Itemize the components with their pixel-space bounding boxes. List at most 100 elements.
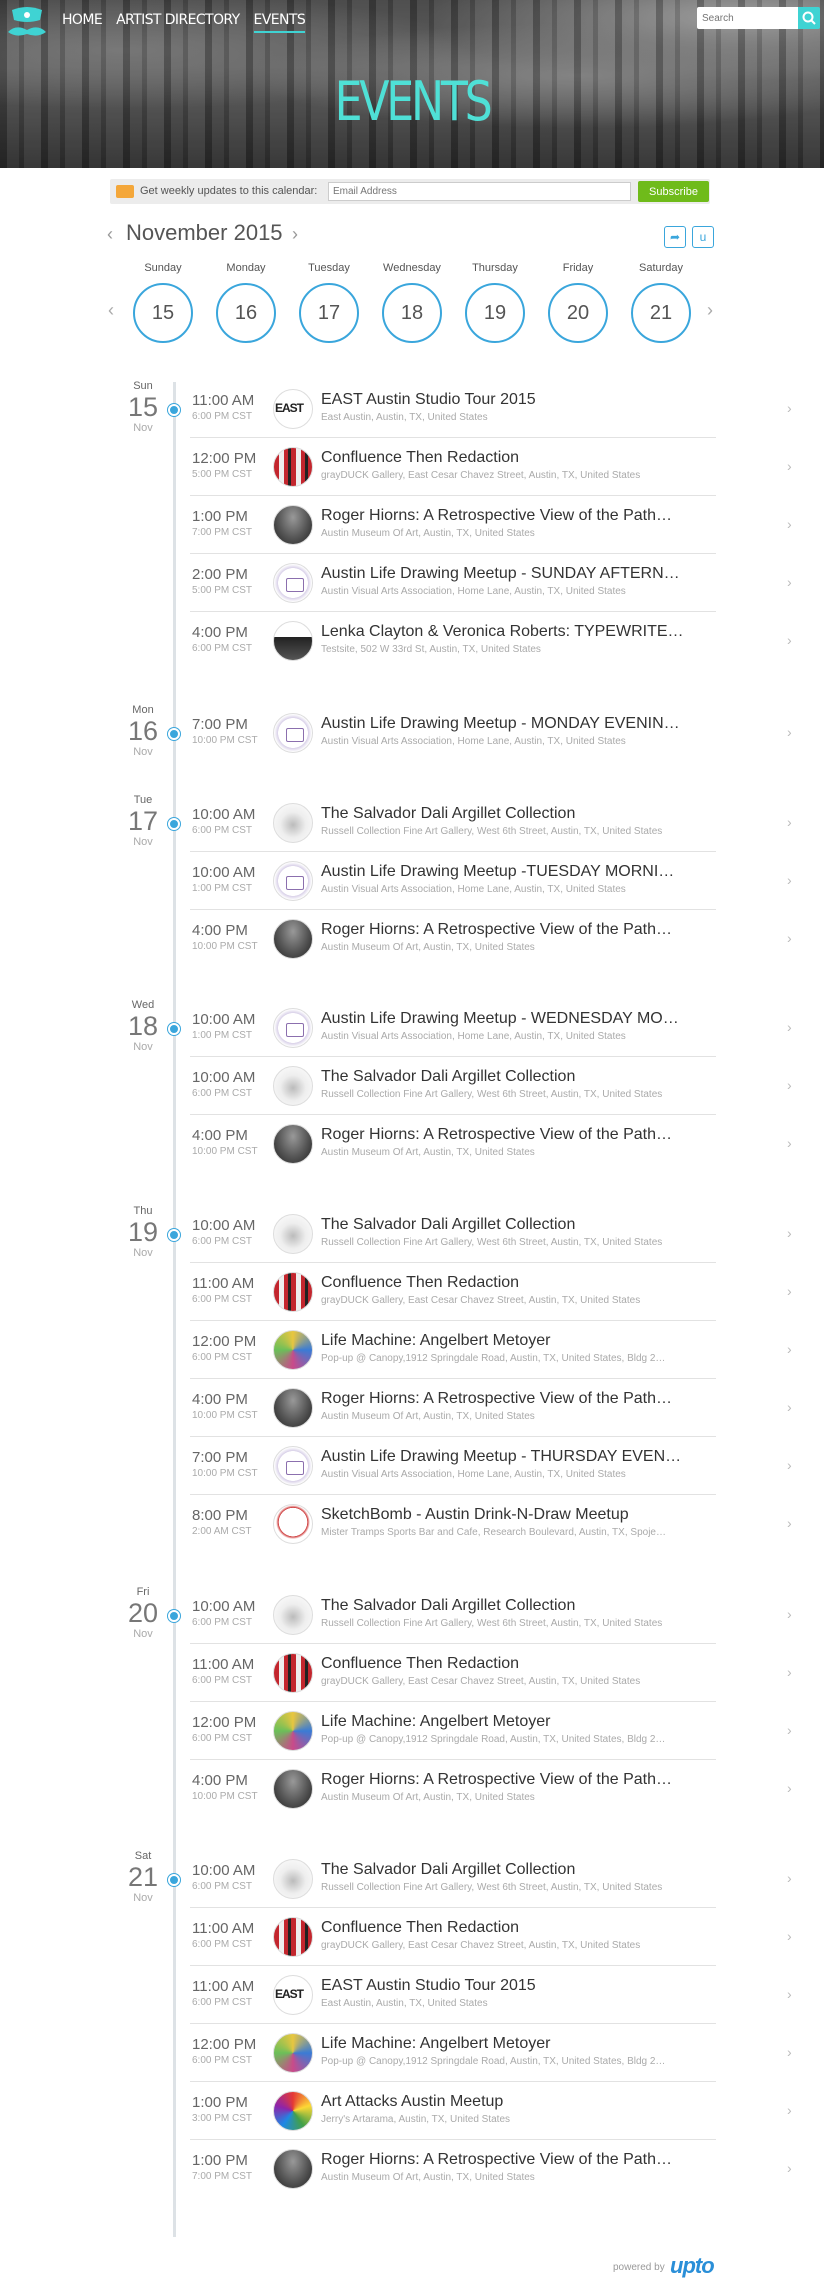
day-circle[interactable]: 15 (133, 283, 193, 343)
event-title[interactable]: EAST Austin Studio Tour 2015 (321, 1977, 699, 1995)
event-title[interactable]: EAST Austin Studio Tour 2015 (321, 391, 699, 409)
chevron-right-icon[interactable]: › (787, 1870, 792, 1886)
event-title[interactable]: Austin Life Drawing Meetup - WEDNESDAY M… (321, 1010, 699, 1028)
event-row[interactable]: 1:00 PM 7:00 PM CST Roger Hiorns: A Retros… (190, 2140, 792, 2198)
nav-artist-directory[interactable]: ARTIST DIRECTORY (116, 12, 240, 33)
event-title[interactable]: The Salvador Dali Argillet Collection (321, 1216, 699, 1234)
day-circle[interactable]: 17 (299, 283, 359, 343)
day-circle[interactable]: 18 (382, 283, 442, 343)
search-button[interactable] (798, 7, 820, 29)
event-row[interactable]: 11:00 AM 6:00 PM CST Confluence Then Redac… (190, 1263, 792, 1321)
day-circle[interactable]: 20 (548, 283, 608, 343)
prev-week-chevron-icon[interactable]: ‹ (108, 300, 114, 321)
upto-logo[interactable]: upto (670, 2253, 715, 2279)
chevron-right-icon[interactable]: › (787, 400, 792, 416)
share-button[interactable]: ➦ (664, 226, 686, 248)
event-title[interactable]: Life Machine: Angelbert Metoyer (321, 1713, 699, 1731)
upto-button[interactable]: u (692, 226, 714, 248)
event-row[interactable]: 4:00 PM 10:00 PM CST Roger Hiorns: A Retro… (190, 1115, 792, 1173)
event-row[interactable]: 12:00 PM 6:00 PM CST Life Machine: Angelbe… (190, 1702, 792, 1760)
event-title[interactable]: SketchBomb - Austin Drink-N-Draw Meetup (321, 1506, 699, 1524)
event-row[interactable]: 7:00 PM 10:00 PM CST Austin Life Drawing M… (190, 1437, 792, 1495)
chevron-right-icon[interactable]: › (787, 1780, 792, 1796)
event-title[interactable]: Roger Hiorns: A Retrospective View of th… (321, 1126, 699, 1144)
nav-events[interactable]: EVENTS (253, 12, 306, 33)
event-row[interactable]: 8:00 PM 2:00 AM CST SketchBomb - Austin Dr… (190, 1495, 792, 1553)
next-month-chevron-icon[interactable]: › (292, 224, 298, 245)
event-row[interactable]: 4:00 PM 6:00 PM CST Lenka Clayton & Veroni… (190, 612, 792, 670)
subscribe-button[interactable]: Subscribe (638, 181, 709, 202)
event-row[interactable]: 12:00 PM 5:00 PM CST Confluence Then Redac… (190, 438, 792, 496)
event-row[interactable]: 10:00 AM 6:00 PM CST The Salvador Dali Arg… (190, 794, 792, 852)
event-title[interactable]: The Salvador Dali Argillet Collection (321, 1068, 699, 1086)
chevron-right-icon[interactable]: › (787, 1928, 792, 1944)
chevron-right-icon[interactable]: › (787, 458, 792, 474)
event-title[interactable]: Confluence Then Redaction (321, 1919, 699, 1937)
event-row[interactable]: 10:00 AM 6:00 PM CST The Salvador Dali Arg… (190, 1205, 792, 1263)
event-row[interactable]: 11:00 AM 6:00 PM CST EAST Austin Studio To… (190, 380, 792, 438)
event-row[interactable]: 10:00 AM 1:00 PM CST Austin Life Drawing M… (190, 999, 792, 1057)
event-title[interactable]: Life Machine: Angelbert Metoyer (321, 2035, 699, 2053)
event-title[interactable]: Austin Life Drawing Meetup - THURSDAY EV… (321, 1448, 699, 1466)
chevron-right-icon[interactable]: › (787, 2044, 792, 2060)
next-week-chevron-icon[interactable]: › (707, 300, 713, 321)
chevron-right-icon[interactable]: › (787, 1457, 792, 1473)
event-title[interactable]: The Salvador Dali Argillet Collection (321, 805, 699, 823)
event-row[interactable]: 12:00 PM 6:00 PM CST Life Machine: Angelbe… (190, 1321, 792, 1379)
event-title[interactable]: Roger Hiorns: A Retrospective View of th… (321, 1390, 699, 1408)
event-title[interactable]: Austin Life Drawing Meetup - SUNDAY AFTE… (321, 565, 699, 583)
chevron-right-icon[interactable]: › (787, 1135, 792, 1151)
event-row[interactable]: 11:00 AM 6:00 PM CST Confluence Then Redac… (190, 1644, 792, 1702)
event-title[interactable]: The Salvador Dali Argillet Collection (321, 1597, 699, 1615)
chevron-right-icon[interactable]: › (787, 1077, 792, 1093)
event-row[interactable]: 10:00 AM 1:00 PM CST Austin Life Drawing M… (190, 852, 792, 910)
chevron-right-icon[interactable]: › (787, 2160, 792, 2176)
prev-month-chevron-icon[interactable]: ‹ (107, 224, 113, 245)
event-title[interactable]: Roger Hiorns: A Retrospective View of th… (321, 921, 699, 939)
event-title[interactable]: Roger Hiorns: A Retrospective View of th… (321, 2151, 699, 2169)
event-title[interactable]: Austin Life Drawing Meetup -TUESDAY MORN… (321, 863, 699, 881)
chevron-right-icon[interactable]: › (787, 814, 792, 830)
chevron-right-icon[interactable]: › (787, 872, 792, 888)
event-row[interactable]: 1:00 PM 7:00 PM CST Roger Hiorns: A Retros… (190, 496, 792, 554)
day-circle[interactable]: 19 (465, 283, 525, 343)
day-circle[interactable]: 16 (216, 283, 276, 343)
event-title[interactable]: The Salvador Dali Argillet Collection (321, 1861, 699, 1879)
event-row[interactable]: 10:00 AM 6:00 PM CST The Salvador Dali Arg… (190, 1850, 792, 1908)
event-title[interactable]: Austin Life Drawing Meetup - MONDAY EVEN… (321, 715, 699, 733)
day-circle[interactable]: 21 (631, 283, 691, 343)
chevron-right-icon[interactable]: › (787, 1664, 792, 1680)
chevron-right-icon[interactable]: › (787, 574, 792, 590)
chevron-right-icon[interactable]: › (787, 2102, 792, 2118)
chevron-right-icon[interactable]: › (787, 632, 792, 648)
event-row[interactable]: 10:00 AM 6:00 PM CST The Salvador Dali Arg… (190, 1586, 792, 1644)
event-row[interactable]: 2:00 PM 5:00 PM CST Austin Life Drawing Me… (190, 554, 792, 612)
event-row[interactable]: 10:00 AM 6:00 PM CST The Salvador Dali Arg… (190, 1057, 792, 1115)
event-row[interactable]: 7:00 PM 10:00 PM CST Austin Life Drawing M… (190, 704, 792, 762)
chevron-right-icon[interactable]: › (787, 1722, 792, 1738)
chevron-right-icon[interactable]: › (787, 1399, 792, 1415)
event-row[interactable]: 4:00 PM 10:00 PM CST Roger Hiorns: A Retro… (190, 1760, 792, 1818)
event-title[interactable]: Lenka Clayton & Veronica Roberts: TYPEWR… (321, 623, 699, 641)
chevron-right-icon[interactable]: › (787, 1515, 792, 1531)
event-title[interactable]: Roger Hiorns: A Retrospective View of th… (321, 1771, 699, 1789)
chevron-right-icon[interactable]: › (787, 930, 792, 946)
chevron-right-icon[interactable]: › (787, 1341, 792, 1357)
chevron-right-icon[interactable]: › (787, 1225, 792, 1241)
event-row[interactable]: 12:00 PM 6:00 PM CST Life Machine: Angelbe… (190, 2024, 792, 2082)
event-title[interactable]: Confluence Then Redaction (321, 1655, 699, 1673)
chevron-right-icon[interactable]: › (787, 1606, 792, 1622)
event-title[interactable]: Roger Hiorns: A Retrospective View of th… (321, 507, 699, 525)
chevron-right-icon[interactable]: › (787, 1986, 792, 2002)
event-title[interactable]: Confluence Then Redaction (321, 449, 699, 467)
event-title[interactable]: Life Machine: Angelbert Metoyer (321, 1332, 699, 1350)
event-row[interactable]: 4:00 PM 10:00 PM CST Roger Hiorns: A Retro… (190, 1379, 792, 1437)
event-title[interactable]: Art Attacks Austin Meetup (321, 2093, 699, 2111)
nav-home[interactable]: HOME (62, 12, 103, 33)
event-title[interactable]: Confluence Then Redaction (321, 1274, 699, 1292)
email-field[interactable] (328, 182, 631, 201)
chevron-right-icon[interactable]: › (787, 1019, 792, 1035)
chevron-right-icon[interactable]: › (787, 1283, 792, 1299)
event-row[interactable]: 11:00 AM 6:00 PM CST Confluence Then Redac… (190, 1908, 792, 1966)
chevron-right-icon[interactable]: › (787, 516, 792, 532)
